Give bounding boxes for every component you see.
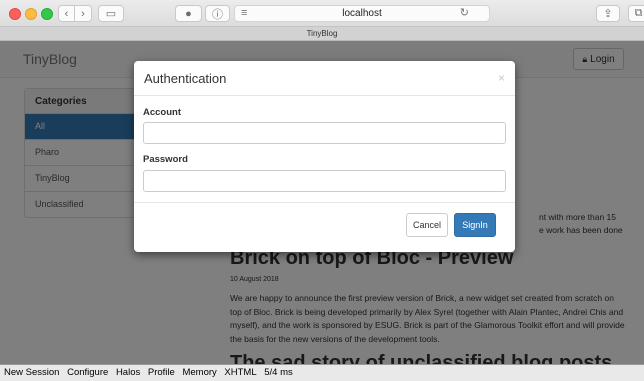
modal-header: Authentication × [134, 61, 515, 96]
share-button[interactable]: ⇪ [596, 5, 620, 22]
close-icon[interactable]: × [498, 71, 505, 85]
close-window-button[interactable] [9, 8, 21, 20]
signin-button[interactable]: SignIn [454, 213, 496, 237]
toolbar-memory-link[interactable]: Memory [182, 367, 216, 378]
tabs-icon: ⧉ [634, 7, 643, 19]
cancel-button[interactable]: Cancel [406, 213, 448, 237]
modal-footer: Cancel SignIn [134, 202, 515, 252]
account-label: Account [143, 107, 181, 118]
modal-title: Authentication [144, 71, 227, 86]
info-button[interactable]: ⓘ [205, 5, 230, 22]
chevron-right-icon: › [81, 7, 85, 20]
toolbar-timing: 5/4 ms [264, 367, 293, 378]
toolbar-halos-link[interactable]: Halos [116, 367, 140, 378]
info-icon: ⓘ [212, 8, 223, 21]
forward-button[interactable]: › [75, 5, 92, 22]
extension-icon: ● [185, 7, 192, 20]
extension-button[interactable]: ● [175, 5, 202, 22]
toolbar-xhtml-link[interactable]: XHTML [224, 367, 256, 378]
address-text: localhost [342, 8, 382, 19]
seaside-toolbar: New Session Configure Halos Profile Memo… [0, 364, 644, 381]
toolbar-new-session-link[interactable]: New Session [4, 367, 59, 378]
password-input[interactable] [143, 170, 506, 192]
minimize-window-button[interactable] [25, 8, 37, 20]
toolbar-profile-link[interactable]: Profile [148, 367, 175, 378]
address-bar[interactable]: ≡ localhost ↻ [234, 5, 490, 22]
back-button[interactable]: ‹ [58, 5, 75, 22]
reload-icon[interactable]: ↻ [460, 6, 469, 21]
sidebar-toggle-button[interactable]: ▭ [98, 5, 124, 22]
reader-icon[interactable]: ≡ [241, 6, 247, 21]
password-label: Password [143, 154, 188, 165]
zoom-window-button[interactable] [41, 8, 53, 20]
toolbar-configure-link[interactable]: Configure [67, 367, 108, 378]
tab-bar: TinyBlog [0, 27, 644, 41]
share-icon: ⇪ [603, 8, 613, 20]
sidebar-icon: ▭ [105, 8, 117, 20]
authentication-modal: Authentication × Account Password Cancel… [134, 61, 515, 252]
tabs-overview-button[interactable]: ⧉ [628, 5, 644, 22]
page-content: TinyBlog 🔒︎ Login Categories All Pharo T… [0, 41, 644, 381]
browser-titlebar: ‹ › ▭ ● ⓘ ≡ localhost ↻ ⇪ ⧉ [0, 0, 644, 27]
tab-title[interactable]: TinyBlog [307, 29, 338, 38]
account-input[interactable] [143, 122, 506, 144]
chevron-left-icon: ‹ [64, 7, 69, 20]
